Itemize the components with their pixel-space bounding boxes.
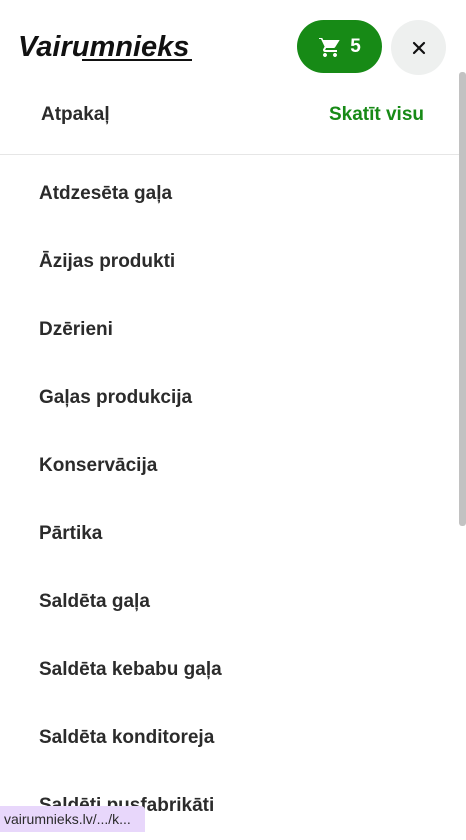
menu-item-dzerieni[interactable]: Dzērieni	[0, 296, 458, 364]
menu-item-saldeta-kebabu-gala[interactable]: Saldēta kebabu gaļa	[0, 636, 458, 704]
menu-item-saldeta-konditoreja[interactable]: Saldēta konditoreja	[0, 704, 458, 772]
submenu-header: Atpakaļ Skatīt visu	[0, 92, 466, 155]
menu-item-label: Āzijas produkti	[39, 251, 176, 272]
close-icon	[412, 41, 425, 54]
category-menu: Atdzesēta gaļa Āzijas produkti Dzērieni …	[0, 160, 458, 840]
menu-item-label: Konservācija	[39, 455, 158, 476]
close-menu-button[interactable]	[391, 20, 446, 75]
cart-button[interactable]: 5	[297, 20, 382, 73]
menu-item-label: Atdzesēta gaļa	[39, 183, 173, 204]
shopping-cart-icon	[319, 36, 340, 57]
menu-item-label: Dzērieni	[39, 319, 113, 340]
menu-item-label: Saldēta gaļa	[39, 591, 150, 612]
menu-item-partika[interactable]: Pārtika	[0, 500, 458, 568]
menu-item-label: Gaļas produkcija	[39, 387, 193, 408]
status-bar-url: vairumnieks.lv/.../k...	[0, 806, 145, 832]
menu-item-saldeta-gala[interactable]: Saldēta gaļa	[0, 568, 458, 636]
menu-item-label: Saldēta kebabu gaļa	[39, 659, 222, 680]
menu-item-label: Saldēta konditoreja	[39, 727, 215, 748]
cart-count-badge: 5	[350, 35, 361, 57]
vairumnieks-logo[interactable]: Vairumnieks	[18, 28, 194, 68]
header: Vairumnieks 5	[0, 0, 466, 92]
back-link[interactable]: Atpakaļ	[41, 104, 110, 126]
menu-item-azijas-produkti[interactable]: Āzijas produkti	[0, 228, 458, 296]
menu-item-konservacija[interactable]: Konservācija	[0, 432, 458, 500]
menu-item-galas-produkcija[interactable]: Gaļas produkcija	[0, 364, 458, 432]
logo-text: Vairumnieks	[18, 31, 189, 63]
menu-item-atdzeseta-gala[interactable]: Atdzesēta gaļa	[0, 160, 458, 228]
menu-item-label: Pārtika	[39, 523, 103, 544]
scrollbar-thumb[interactable]	[459, 72, 466, 526]
view-all-link[interactable]: Skatīt visu	[329, 104, 424, 126]
